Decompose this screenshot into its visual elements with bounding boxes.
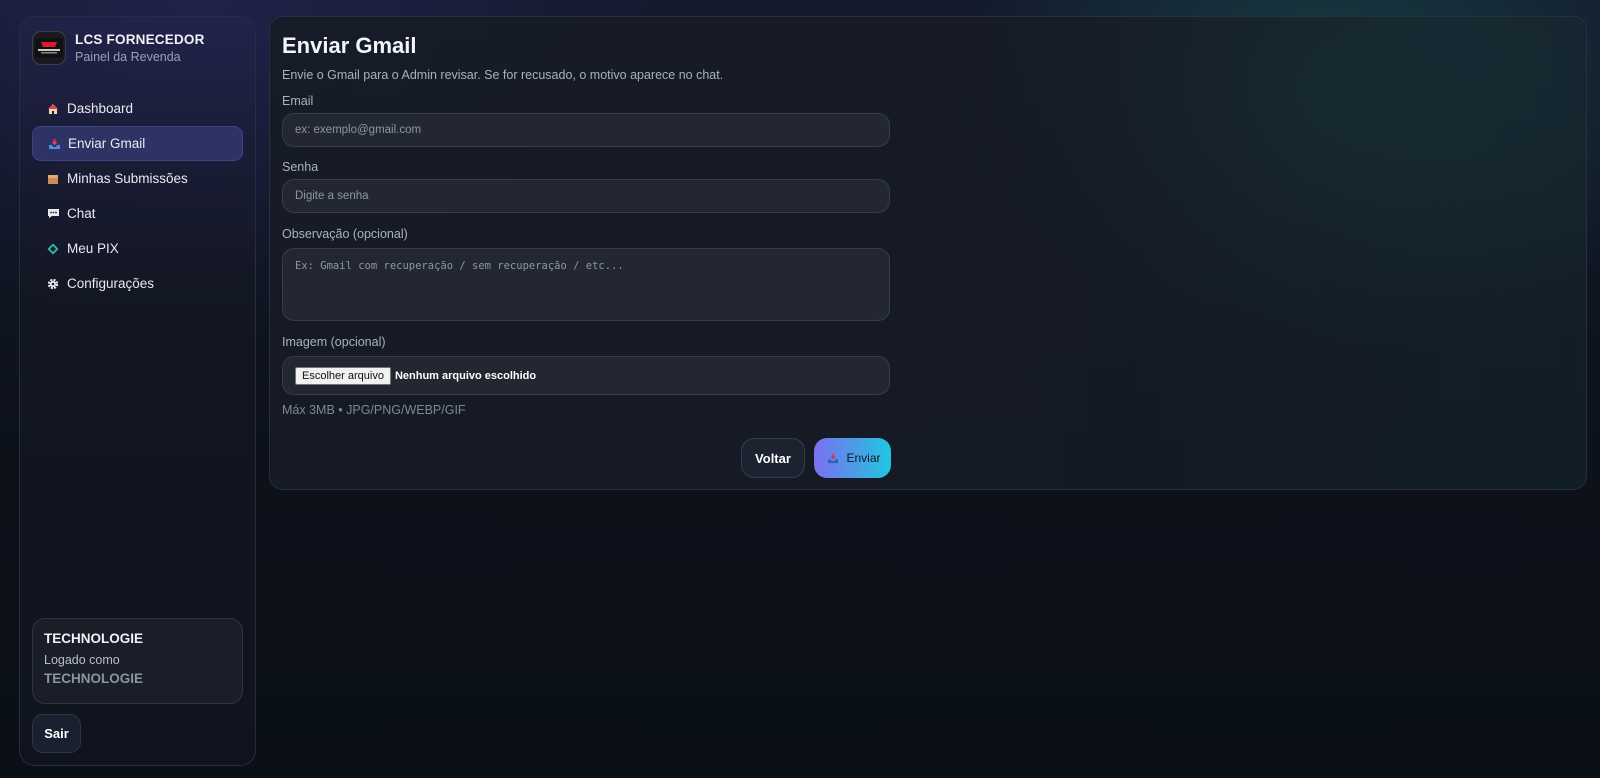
logout-button[interactable]: Sair <box>32 714 81 753</box>
sidebar-item-label: Chat <box>67 206 96 221</box>
password-label: Senha <box>282 160 319 174</box>
sidebar-item-dashboard[interactable]: Dashboard <box>32 91 243 126</box>
house-icon <box>44 101 62 117</box>
sidebar-item-label: Minhas Submissões <box>67 171 188 186</box>
sidebar-item-label: Enviar Gmail <box>68 136 146 151</box>
file-status: Nenhum arquivo escolhido <box>394 369 537 382</box>
email-field[interactable] <box>282 113 890 147</box>
sidebar: LCS FORNECEDOR Painel da Revenda Dashboa… <box>19 16 256 766</box>
page-description: Envie o Gmail para o Admin revisar. Se f… <box>282 68 724 82</box>
logo-icon <box>35 38 63 58</box>
back-button[interactable]: Voltar <box>741 438 805 478</box>
brand-subtitle: Painel da Revenda <box>75 50 181 64</box>
inbox-tray-icon <box>45 136 63 152</box>
password-field[interactable] <box>282 179 890 213</box>
inbox-tray-icon <box>824 450 842 466</box>
file-hint: Máx 3MB • JPG/PNG/WEBP/GIF <box>282 403 466 417</box>
sidebar-item-meu-pix[interactable]: Meu PIX <box>32 231 243 266</box>
sidebar-item-configuracoes[interactable]: Configurações <box>32 266 243 301</box>
package-icon <box>44 171 62 187</box>
user-login: TECHNOLOGIE <box>44 671 144 686</box>
brand-title: LCS FORNECEDOR <box>75 32 205 47</box>
brand: LCS FORNECEDOR Painel da Revenda <box>32 31 205 65</box>
logged-as-label: Logado como <box>44 653 120 667</box>
submit-gmail-card: Enviar Gmail Envie o Gmail para o Admin … <box>269 16 1587 490</box>
sidebar-item-label: Configurações <box>67 276 155 291</box>
sidebar-item-enviar-gmail[interactable]: Enviar Gmail <box>32 126 243 161</box>
brand-logo <box>32 31 66 65</box>
choose-file-button[interactable]: Escolher arquivo <box>295 366 391 385</box>
send-button-label: Enviar <box>846 451 881 465</box>
page-title: Enviar Gmail <box>282 33 417 58</box>
sidebar-item-minhas-submissoes[interactable]: Minhas Submissões <box>32 161 243 196</box>
note-label: Observação (opcional) <box>282 227 408 241</box>
sidebar-nav: Dashboard Enviar Gmail Minhas Submissões… <box>32 91 243 301</box>
speech-bubble-icon <box>44 206 62 222</box>
sidebar-item-label: Dashboard <box>67 101 134 116</box>
email-label: Email <box>282 94 314 108</box>
pix-diamond-icon <box>44 241 62 257</box>
send-button[interactable]: Enviar <box>814 438 891 478</box>
note-textarea[interactable] <box>282 248 890 321</box>
image-label: Imagem (opcional) <box>282 335 386 349</box>
file-input: Escolher arquivo Nenhum arquivo escolhid… <box>282 356 890 395</box>
sidebar-item-chat[interactable]: Chat <box>32 196 243 231</box>
sidebar-item-label: Meu PIX <box>67 241 119 256</box>
user-name: TECHNOLOGIE <box>44 631 144 646</box>
user-card: TECHNOLOGIE Logado como TECHNOLOGIE <box>32 618 243 704</box>
gear-icon <box>44 276 62 292</box>
